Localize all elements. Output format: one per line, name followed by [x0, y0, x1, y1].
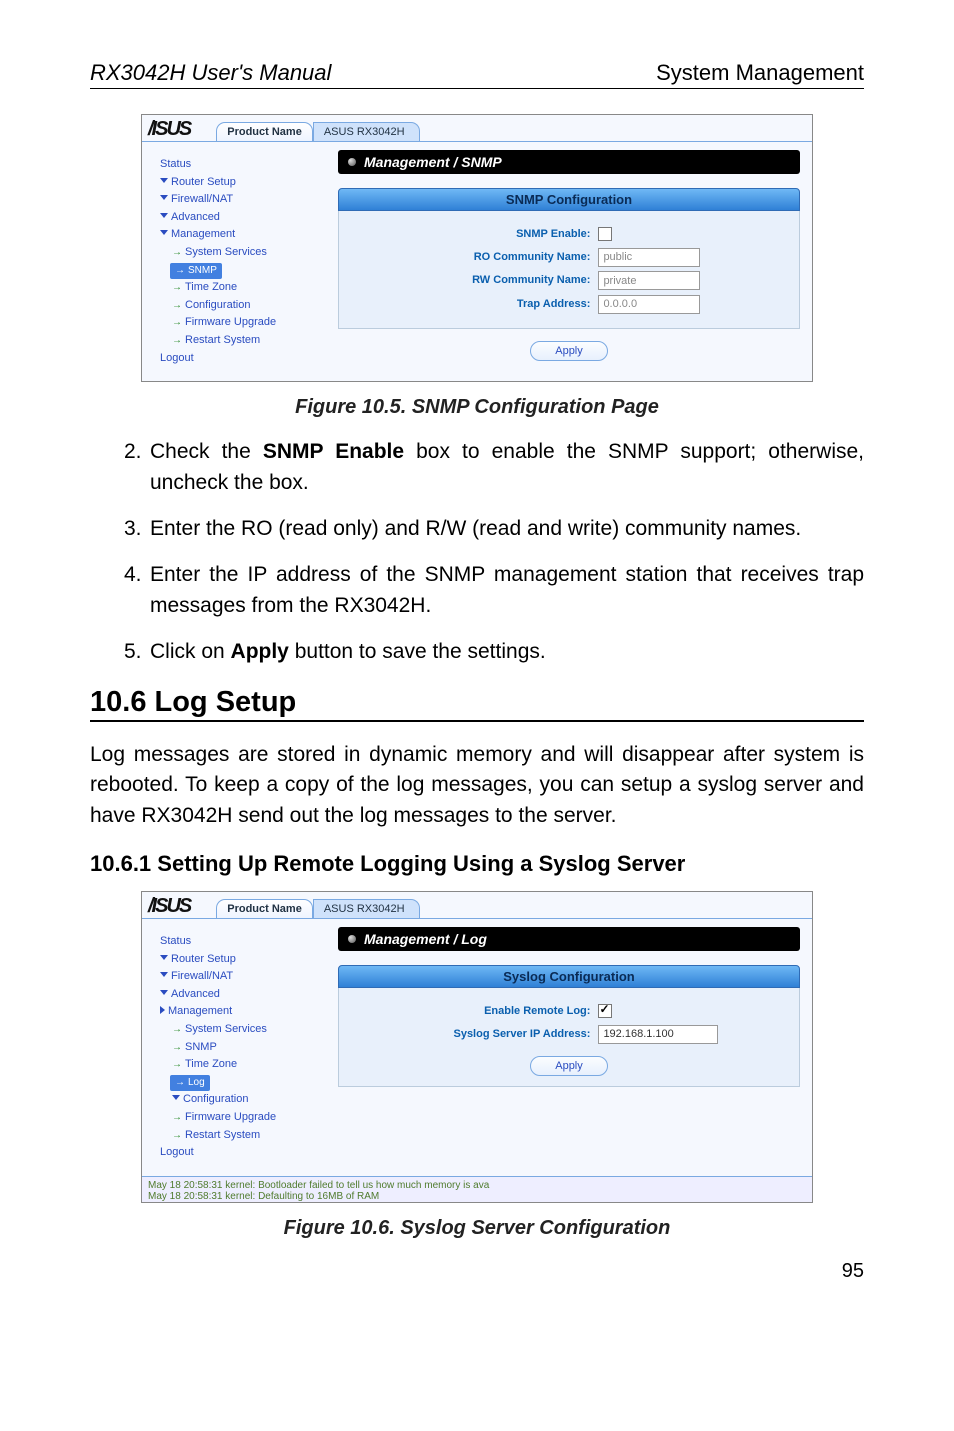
asus-logo: /ISUS: [148, 119, 190, 141]
page-number: 95: [90, 1260, 864, 1283]
list-num-3: 3.: [124, 514, 150, 544]
product-name-tab-2[interactable]: Product Name: [216, 899, 313, 918]
snmp-enable-checkbox[interactable]: [598, 227, 612, 241]
enable-remote-log-label: Enable Remote Log:: [353, 1005, 598, 1017]
section-heading: 10.6 Log Setup: [90, 686, 864, 722]
list-text-3: Enter the RO (read only) and R/W (read a…: [150, 514, 864, 544]
page-header: RX3042H User's Manual System Management: [90, 60, 864, 89]
apply-button[interactable]: Apply: [530, 341, 608, 361]
manual-title: RX3042H User's Manual: [90, 60, 331, 86]
nav-advanced-2[interactable]: Advanced: [160, 986, 328, 1004]
nav-firewall-nat[interactable]: Firewall/NAT: [160, 191, 328, 209]
nav-restart-system[interactable]: Restart System: [172, 332, 328, 350]
product-name-value: ASUS RX3042H: [313, 122, 420, 141]
product-name-tab[interactable]: Product Name: [216, 122, 313, 141]
window-tabbar: /ISUS Product Name ASUS RX3042H: [142, 115, 812, 142]
nav-timezone[interactable]: Time Zone: [172, 279, 328, 297]
nav-status-2[interactable]: Status: [160, 933, 328, 951]
nav-snmp-2[interactable]: SNMP: [172, 1039, 328, 1057]
trap-address-label: Trap Address:: [353, 298, 598, 310]
list-text-4: Enter the IP address of the SNMP managem…: [150, 560, 864, 621]
nav-management-2[interactable]: Management: [160, 1003, 328, 1021]
nav-configuration-2[interactable]: Configuration: [172, 1091, 328, 1109]
config-header: SNMP Configuration: [338, 188, 800, 211]
ro-community-input[interactable]: [598, 248, 700, 267]
nav-firmware-upgrade-2[interactable]: Firmware Upgrade: [172, 1109, 328, 1127]
list-num-5: 5.: [124, 637, 150, 667]
list-text-2: Check the SNMP Enable box to enable the …: [150, 437, 864, 498]
chapter-title: System Management: [656, 60, 864, 86]
nav-log-selected[interactable]: Log: [170, 1075, 210, 1091]
nav-system-services-2[interactable]: System Services: [172, 1021, 328, 1039]
rw-community-label: RW Community Name:: [353, 274, 598, 286]
window-tabbar-2: /ISUS Product Name ASUS RX3042H: [142, 892, 812, 919]
nav-sidebar: Status Router Setup Firewall/NAT Advance…: [142, 142, 334, 381]
nav-router-setup-2[interactable]: Router Setup: [160, 951, 328, 969]
list-num-2: 2.: [124, 437, 150, 498]
content-title: Management / SNMP: [338, 150, 800, 174]
nav-management[interactable]: Management: [160, 226, 328, 244]
figure-caption-2: Figure 10.6. Syslog Server Configuration: [90, 1217, 864, 1240]
list-num-4: 4.: [124, 560, 150, 621]
nav-system-services[interactable]: System Services: [172, 244, 328, 262]
nav-snmp-selected[interactable]: SNMP: [170, 263, 222, 279]
snmp-enable-label: SNMP Enable:: [353, 228, 598, 240]
snmp-panel-screenshot: /ISUS Product Name ASUS RX3042H Status R…: [141, 114, 813, 382]
ro-community-label: RO Community Name:: [353, 251, 598, 263]
body-paragraph: Log messages are stored in dynamic memor…: [90, 740, 864, 831]
nav-logout-2[interactable]: Logout: [160, 1144, 328, 1162]
nav-restart-system-2[interactable]: Restart System: [172, 1127, 328, 1145]
log-output: May 18 20:58:31 kernel: Bootloader faile…: [142, 1176, 812, 1202]
trap-address-input[interactable]: [598, 295, 700, 314]
figure-caption-1: Figure 10.5. SNMP Configuration Page: [90, 396, 864, 419]
enable-remote-log-checkbox[interactable]: [598, 1004, 612, 1018]
nav-timezone-2[interactable]: Time Zone: [172, 1056, 328, 1074]
list-text-5: Click on Apply button to save the settin…: [150, 637, 864, 667]
nav-firmware-upgrade[interactable]: Firmware Upgrade: [172, 314, 328, 332]
syslog-panel-screenshot: /ISUS Product Name ASUS RX3042H Status R…: [141, 891, 813, 1203]
content-title-2: Management / Log: [338, 927, 800, 951]
subsection-heading: 10.6.1 Setting Up Remote Logging Using a…: [90, 851, 864, 877]
nav-status[interactable]: Status: [160, 156, 328, 174]
apply-button-2[interactable]: Apply: [530, 1056, 608, 1076]
nav-configuration[interactable]: Configuration: [172, 297, 328, 315]
nav-sidebar-2: Status Router Setup Firewall/NAT Advance…: [142, 919, 334, 1176]
rw-community-input[interactable]: [598, 271, 700, 290]
asus-logo-2: /ISUS: [148, 896, 190, 918]
syslog-ip-label: Syslog Server IP Address:: [353, 1028, 598, 1040]
config-body: SNMP Enable: RO Community Name: RW Commu…: [338, 211, 800, 329]
config-header-2: Syslog Configuration: [338, 965, 800, 988]
nav-logout[interactable]: Logout: [160, 350, 328, 368]
config-body-2: Enable Remote Log: Syslog Server IP Addr…: [338, 988, 800, 1087]
nav-advanced[interactable]: Advanced: [160, 209, 328, 227]
nav-router-setup[interactable]: Router Setup: [160, 174, 328, 192]
nav-firewall-nat-2[interactable]: Firewall/NAT: [160, 968, 328, 986]
numbered-list: 2. Check the SNMP Enable box to enable t…: [90, 437, 864, 668]
syslog-ip-input[interactable]: [598, 1025, 718, 1044]
product-name-value-2: ASUS RX3042H: [313, 899, 420, 918]
